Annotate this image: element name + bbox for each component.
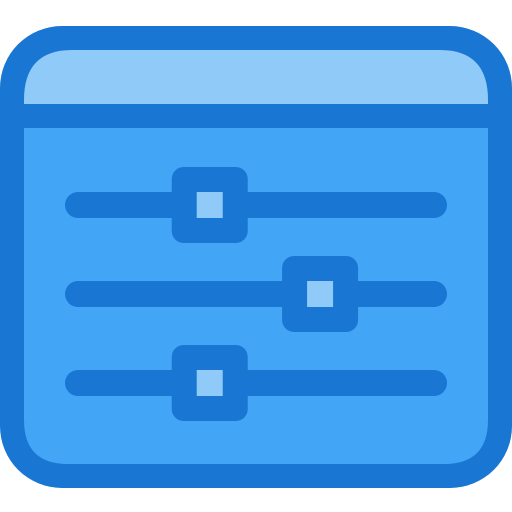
window-title-bar (24, 50, 488, 104)
settings-sliders-window-icon (0, 26, 512, 488)
slider-3-knob-center (196, 370, 223, 396)
icon-canvas (0, 0, 512, 512)
slider-2-knob-center (307, 281, 334, 307)
slider-1-knob-center (196, 192, 223, 218)
sliders-group (65, 167, 447, 421)
